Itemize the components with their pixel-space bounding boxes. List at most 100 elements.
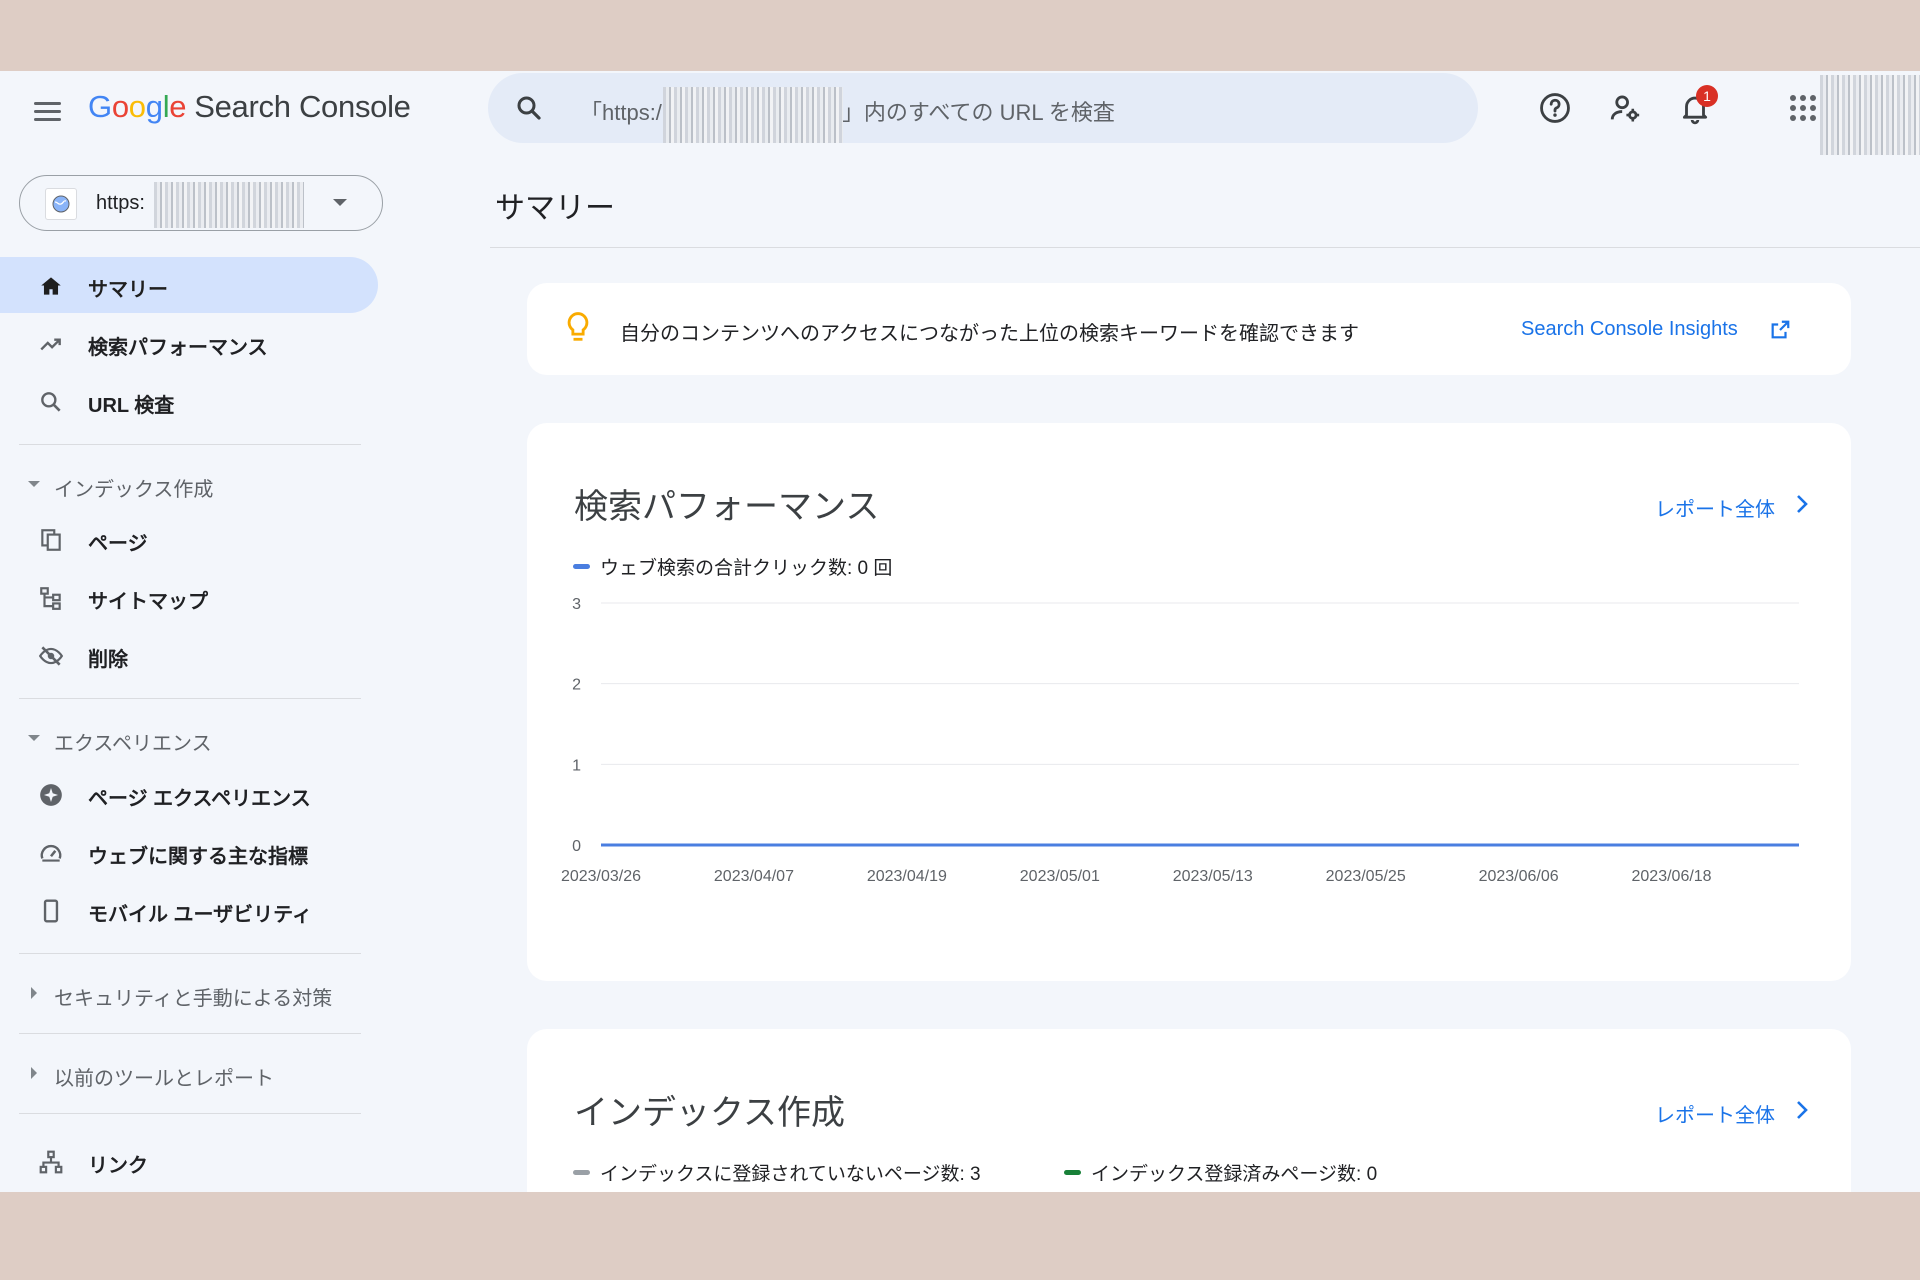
- x-tick-label: 2023/05/13: [1173, 868, 1253, 885]
- performance-legend: ウェブ検索の合計クリック数: 0 回: [573, 553, 892, 580]
- x-tick-label: 2023/05/25: [1326, 868, 1406, 885]
- indexing-title: インデックス作成: [574, 1094, 845, 1132]
- chevron-right-icon[interactable]: [1795, 1099, 1809, 1121]
- sidebar-divider: [19, 1033, 361, 1034]
- legend-label: インデックス登録済みページ数: 0: [1091, 1164, 1378, 1185]
- section-label: 以前のツールとレポート: [54, 1068, 274, 1090]
- help-icon[interactable]: [1538, 91, 1572, 125]
- x-tick-label: 2023/04/19: [867, 868, 947, 885]
- section-label: セキュリティと手動による対策: [54, 988, 333, 1010]
- mobile-icon: [43, 899, 59, 923]
- nav-label: モバイル ユーザビリティ: [88, 904, 312, 926]
- sitemap-icon: [40, 587, 61, 610]
- nav-label: サイトマップ: [88, 591, 208, 613]
- logo-letter: o: [111, 89, 129, 124]
- search-placeholder-suffix: 」内のすべての URL を検査: [841, 100, 1115, 125]
- search-icon: [41, 392, 61, 412]
- main-menu-icon[interactable]: [30, 93, 66, 129]
- insights-banner: 自分のコンテンツへのアクセスにつながった上位の検索キーワードを確認できます Se…: [527, 283, 1851, 375]
- nav-item-links[interactable]: リンク: [0, 1133, 378, 1189]
- account-avatar[interactable]: [1820, 75, 1920, 155]
- y-tick-label: 3: [572, 596, 581, 613]
- section-label: エクスペリエンス: [54, 733, 212, 755]
- collapse-arrow-icon: [28, 735, 40, 741]
- home-icon: [41, 277, 61, 295]
- nav-item-pages[interactable]: ページ: [0, 511, 378, 567]
- section-indexing[interactable]: インデックス作成: [0, 464, 378, 504]
- expand-arrow-icon: [31, 987, 37, 999]
- performance-title: 検索パフォーマンス: [574, 488, 880, 526]
- dropdown-caret-icon: [333, 199, 347, 206]
- nav-item-core-web-vitals[interactable]: ウェブに関する主な指標: [0, 824, 378, 880]
- expand-arrow-icon: [31, 1067, 37, 1079]
- x-tick-label: 2023/06/18: [1632, 868, 1712, 885]
- trending-up-icon: [40, 338, 61, 351]
- apps-grid-icon[interactable]: [1790, 95, 1816, 121]
- nav-item-summary[interactable]: サマリー: [0, 257, 378, 313]
- property-url: https:: [96, 192, 145, 214]
- collapse-arrow-icon: [28, 481, 40, 487]
- section-legacy-tools[interactable]: 以前のツールとレポート: [0, 1053, 378, 1093]
- app-window: Google Search Console 「https:/ 」内のすべての URL…: [0, 71, 1920, 1192]
- section-label: インデックス作成: [54, 479, 214, 501]
- nav-label: URL 検査: [88, 395, 175, 417]
- x-tick-label: 2023/05/01: [1020, 868, 1100, 885]
- legend-swatch: [573, 1170, 590, 1175]
- notification-badge: 1: [1696, 85, 1718, 107]
- redacted-block: [663, 87, 843, 143]
- y-tick-label: 0: [572, 838, 581, 855]
- chevron-right-icon[interactable]: [1795, 493, 1809, 515]
- nav-label: リンク: [88, 1155, 148, 1177]
- performance-card: 検索パフォーマンス レポート全体 ウェブ検索の合計クリック数: 0 回 0 1 2 3…: [527, 423, 1851, 981]
- legend-swatch: [1064, 1170, 1081, 1175]
- sidebar-divider: [19, 953, 361, 954]
- nav-label: 検索パフォーマンス: [88, 337, 268, 359]
- search-console-insights-link[interactable]: Search Console Insights: [1521, 318, 1738, 341]
- property-selector[interactable]: https:: [19, 175, 383, 231]
- insight-text: 自分のコンテンツへのアクセスにつながった上位の検索キーワードを確認できます: [620, 323, 1359, 345]
- y-tick-label: 2: [572, 677, 581, 694]
- top-bar: Google Search Console 「https:/ 」内のすべての URL…: [0, 71, 1920, 155]
- nav-item-url-inspection[interactable]: URL 検査: [0, 373, 378, 429]
- performance-chart: 0 1 2 3 2023/03/26 2023/04/07 2023/04/19 2023/0…: [561, 596, 1799, 885]
- nav-item-removals[interactable]: 削除: [0, 627, 378, 683]
- legend-label: ウェブ検索の合計クリック数: 0 回: [600, 558, 893, 579]
- speed-icon: [40, 844, 62, 862]
- product-logo[interactable]: Google Search Console: [88, 89, 411, 125]
- nav-item-sitemaps[interactable]: サイトマップ: [0, 569, 378, 625]
- sidebar-divider: [19, 698, 361, 699]
- title-divider: [490, 247, 1920, 248]
- globe-icon: [45, 188, 77, 220]
- manage-users-icon[interactable]: [1608, 91, 1642, 125]
- legend-not-indexed: インデックスに登録されていないページ数: 3: [573, 1159, 981, 1186]
- nav-label: 削除: [88, 649, 128, 671]
- nav-label: ページ エクスペリエンス: [88, 788, 311, 810]
- logo-letter: G: [88, 89, 112, 124]
- y-tick-label: 1: [572, 757, 581, 774]
- open-in-new-icon[interactable]: [1769, 319, 1791, 341]
- page-experience-icon: [40, 784, 62, 806]
- url-inspect-search-bar[interactable]: 「https:/ 」内のすべての URL を検査: [488, 73, 1478, 143]
- section-security[interactable]: セキュリティと手動による対策: [0, 973, 378, 1013]
- sidebar-divider: [19, 444, 361, 445]
- redacted-property: [154, 182, 304, 228]
- nav-item-performance[interactable]: 検索パフォーマンス: [0, 315, 378, 371]
- logo-letter: o: [128, 89, 146, 124]
- page-title: サマリー: [495, 192, 615, 225]
- nav-label: サマリー: [88, 279, 168, 301]
- indexing-card: インデックス作成 レポート全体 インデックスに登録されていないページ数: 3 イ…: [527, 1029, 1851, 1192]
- search-placeholder-prefix: 「https:/: [580, 100, 662, 125]
- nav-item-page-experience[interactable]: ページ エクスペリエンス: [0, 766, 378, 822]
- legend-indexed: インデックス登録済みページ数: 0: [1064, 1159, 1377, 1186]
- section-experience[interactable]: エクスペリエンス: [0, 718, 378, 758]
- performance-full-report-link[interactable]: レポート全体: [1655, 493, 1775, 522]
- logo-letter: g: [145, 89, 163, 124]
- lightbulb-icon: [567, 312, 589, 341]
- indexing-full-report-link[interactable]: レポート全体: [1655, 1099, 1775, 1128]
- sidebar-divider: [19, 1113, 361, 1114]
- nav-item-mobile-usability[interactable]: モバイル ユーザビリティ: [0, 882, 378, 938]
- links-icon: [39, 1150, 63, 1174]
- pages-icon: [41, 529, 61, 551]
- legend-label: インデックスに登録されていないページ数: 3: [600, 1164, 981, 1185]
- nav-label: ウェブに関する主な指標: [88, 846, 308, 868]
